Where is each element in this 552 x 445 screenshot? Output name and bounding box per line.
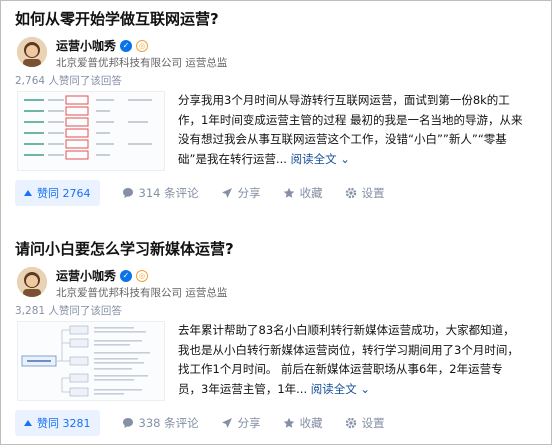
org-badge-icon: ◎ bbox=[136, 39, 149, 52]
read-more-link[interactable]: 阅读全文 ⌄ bbox=[311, 382, 370, 396]
gear-icon bbox=[345, 417, 356, 429]
excerpt-text: 分享我用3个月时间从导游转行互联网运营，面试到第一份8k的工作，1年时间变成运营… bbox=[178, 93, 523, 166]
star-icon bbox=[283, 187, 294, 198]
question-title[interactable]: 如何从零开始学做互联网运营? bbox=[15, 9, 545, 29]
upvote-arrow-icon bbox=[24, 420, 32, 426]
verified-badge-icon: ✓ bbox=[120, 39, 133, 52]
share-label: 分享 bbox=[237, 186, 261, 200]
upvote-label: 赞同 3281 bbox=[37, 417, 91, 430]
verified-badge-icon: ✓ bbox=[120, 269, 133, 282]
answer-card: 如何从零开始学做互联网运营? 运营小咖秀 ✓ ◎ 北京爱普优邦科技有限公司 运营… bbox=[15, 9, 545, 207]
question-title[interactable]: 请问小白要怎么学习新媒体运营? bbox=[15, 239, 545, 259]
upvote-button[interactable]: 赞同 3281 bbox=[15, 410, 100, 436]
org-badge-icon: ◎ bbox=[136, 269, 149, 282]
author-row: 运营小咖秀 ✓ ◎ 北京爱普优邦科技有限公司 运营总监 bbox=[15, 267, 545, 301]
comment-label: 314 条评论 bbox=[138, 186, 199, 200]
author-row: 运营小咖秀 ✓ ◎ 北京爱普优邦科技有限公司 运营总监 bbox=[15, 37, 545, 71]
vote-count-line: 3,281 人赞同了该回答 bbox=[15, 305, 122, 317]
favorite-label: 收藏 bbox=[299, 416, 323, 430]
upvote-arrow-icon bbox=[24, 190, 32, 196]
share-icon bbox=[221, 188, 232, 198]
gear-icon bbox=[345, 187, 356, 199]
answer-card: 请问小白要怎么学习新媒体运营? 运营小咖秀 ✓ ◎ 北京爱普优邦科技有限公司 运… bbox=[15, 239, 545, 437]
answer-feed: 如何从零开始学做互联网运营? 运营小咖秀 ✓ ◎ 北京爱普优邦科技有限公司 运营… bbox=[0, 0, 552, 445]
favorite-button[interactable]: 收藏 bbox=[283, 185, 323, 201]
favorite-label: 收藏 bbox=[299, 186, 323, 200]
comment-label: 338 条评论 bbox=[138, 416, 199, 430]
read-more-link[interactable]: 阅读全文 ⌄ bbox=[291, 152, 350, 166]
answer-thumbnail[interactable] bbox=[17, 91, 165, 171]
favorite-button[interactable]: 收藏 bbox=[283, 415, 323, 431]
comment-button[interactable]: 338 条评论 bbox=[122, 415, 199, 431]
avatar[interactable] bbox=[17, 37, 47, 67]
upvote-label: 赞同 2764 bbox=[37, 187, 91, 200]
action-bar: 赞同 3281 338 条评论 分享 收藏 设置 bbox=[15, 409, 545, 437]
author-headline: 北京爱普优邦科技有限公司 运营总监 bbox=[56, 57, 228, 69]
upvote-button[interactable]: 赞同 2764 bbox=[15, 180, 100, 206]
answer-excerpt[interactable]: 分享我用3个月时间从导游转行互联网运营，面试到第一份8k的工作，1年时间变成运营… bbox=[178, 91, 523, 171]
settings-label: 设置 bbox=[361, 186, 385, 200]
settings-button[interactable]: 设置 bbox=[345, 415, 385, 431]
share-button[interactable]: 分享 bbox=[221, 415, 261, 431]
star-icon bbox=[283, 417, 294, 428]
comment-icon bbox=[122, 418, 133, 428]
comment-icon bbox=[122, 188, 133, 198]
answer-excerpt[interactable]: 去年累计帮助了83名小白顺利转行新媒体运营成功，大家都知道，我也是从小白转行新媒… bbox=[178, 321, 523, 401]
vote-count-line: 2,764 人赞同了该回答 bbox=[15, 75, 122, 87]
settings-label: 设置 bbox=[361, 416, 385, 430]
share-icon bbox=[221, 418, 232, 428]
avatar[interactable] bbox=[17, 267, 47, 297]
share-button[interactable]: 分享 bbox=[221, 185, 261, 201]
share-label: 分享 bbox=[237, 416, 261, 430]
settings-button[interactable]: 设置 bbox=[345, 185, 385, 201]
author-headline: 北京爱普优邦科技有限公司 运营总监 bbox=[56, 287, 228, 299]
answer-thumbnail[interactable] bbox=[17, 321, 165, 401]
comment-button[interactable]: 314 条评论 bbox=[122, 185, 199, 201]
answer-content: 分享我用3个月时间从导游转行互联网运营，面试到第一份8k的工作，1年时间变成运营… bbox=[15, 91, 545, 171]
author-name[interactable]: 运营小咖秀 bbox=[56, 267, 116, 284]
author-name[interactable]: 运营小咖秀 bbox=[56, 37, 116, 54]
answer-content: 去年累计帮助了83名小白顺利转行新媒体运营成功，大家都知道，我也是从小白转行新媒… bbox=[15, 321, 545, 401]
action-bar: 赞同 2764 314 条评论 分享 收藏 设置 bbox=[15, 179, 545, 207]
